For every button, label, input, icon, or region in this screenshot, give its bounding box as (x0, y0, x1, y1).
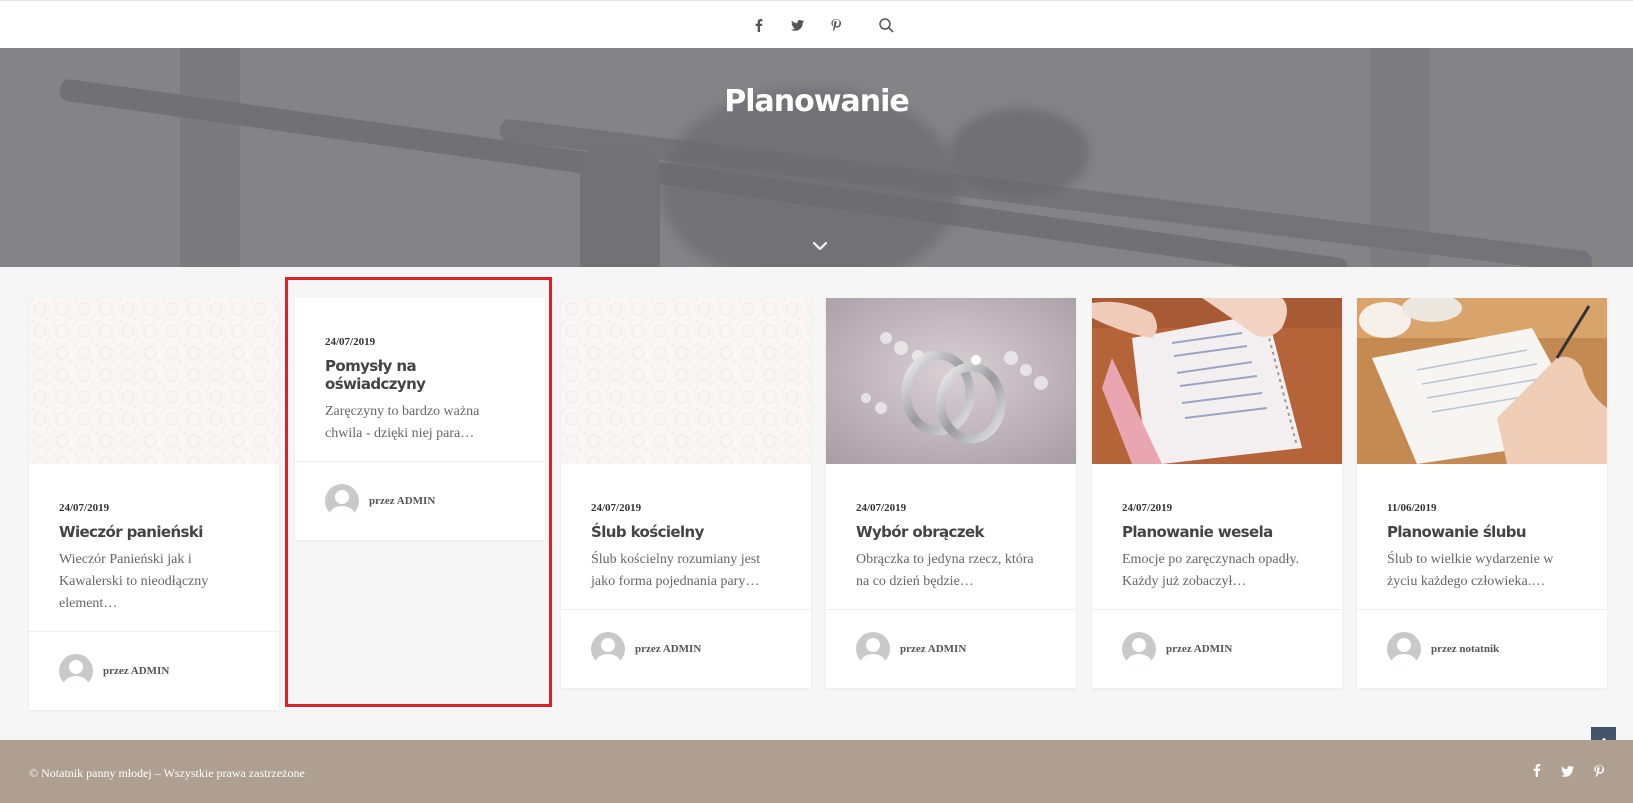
selection-highlight (285, 277, 552, 707)
post-card[interactable]: 11/06/2019 Planowanie ślubu Ślub to wiel… (1357, 298, 1607, 688)
footer: © Notatnik panny młodej – Wszystkie praw… (0, 740, 1633, 803)
copyright-text: © Notatnik panny młodej – Wszystkie praw… (29, 766, 305, 780)
search-icon[interactable] (876, 15, 896, 35)
post-title[interactable]: Planowanie ślubu (1387, 523, 1577, 541)
post-card[interactable]: 24/07/2019 Wybór obrączek Obrączka to je… (826, 298, 1076, 688)
post-author[interactable]: przez ADMIN (103, 665, 169, 677)
facebook-icon[interactable] (749, 15, 769, 35)
facebook-icon[interactable] (1533, 764, 1541, 782)
avatar (591, 632, 625, 666)
post-excerpt: Obrączka to jedyna rzecz, która na co dz… (856, 552, 1034, 589)
post-date: 24/07/2019 (856, 502, 907, 514)
post-date: 24/07/2019 (59, 502, 110, 514)
post-title[interactable]: Ślub kościelny (591, 523, 781, 541)
post-excerpt: Wieczór Panieński jak i Kawalerski to ni… (59, 552, 209, 611)
post-excerpt: Ślub to wielkie wydarzenie w życiu każde… (1387, 552, 1554, 589)
post-card[interactable]: 24/07/2019 Planowanie wesela Emocje po z… (1092, 298, 1342, 688)
post-thumbnail[interactable] (1357, 298, 1607, 464)
post-excerpt: Ślub kościelny rozumiany jest jako forma… (591, 552, 761, 589)
hero-banner: Planowanie (0, 48, 1633, 267)
post-author[interactable]: przez notatnik (1431, 643, 1499, 655)
avatar (856, 632, 890, 666)
avatar (1122, 632, 1156, 666)
post-card[interactable]: 24/07/2019 Ślub kościelny Ślub kościelny… (561, 298, 811, 688)
post-title[interactable]: Wybór obrączek (856, 523, 1046, 541)
post-thumbnail[interactable] (1092, 298, 1342, 464)
post-author[interactable]: przez ADMIN (635, 643, 701, 655)
post-card[interactable]: 24/07/2019 Wieczór panieński Wieczór Pan… (29, 298, 279, 710)
pinterest-icon[interactable] (1594, 764, 1605, 782)
post-date: 11/06/2019 (1387, 502, 1437, 514)
chevron-down-icon[interactable] (810, 236, 830, 256)
post-date: 24/07/2019 (1122, 502, 1173, 514)
twitter-icon[interactable] (1561, 764, 1574, 782)
post-thumbnail[interactable] (826, 298, 1076, 464)
top-bar (0, 0, 1633, 48)
avatar (1387, 632, 1421, 666)
post-thumbnail[interactable] (561, 298, 811, 464)
avatar (59, 654, 93, 688)
post-thumbnail[interactable] (29, 298, 279, 464)
post-title[interactable]: Planowanie wesela (1122, 523, 1312, 541)
post-author[interactable]: przez ADMIN (1166, 643, 1232, 655)
post-excerpt: Emocje po zaręczynach opadły. Każdy już … (1122, 552, 1300, 589)
twitter-icon[interactable] (787, 15, 807, 35)
post-date: 24/07/2019 (591, 502, 642, 514)
page-title: Planowanie (724, 84, 909, 119)
post-title[interactable]: Wieczór panieński (59, 523, 249, 541)
pinterest-icon[interactable] (826, 15, 846, 35)
post-author[interactable]: przez ADMIN (900, 643, 966, 655)
